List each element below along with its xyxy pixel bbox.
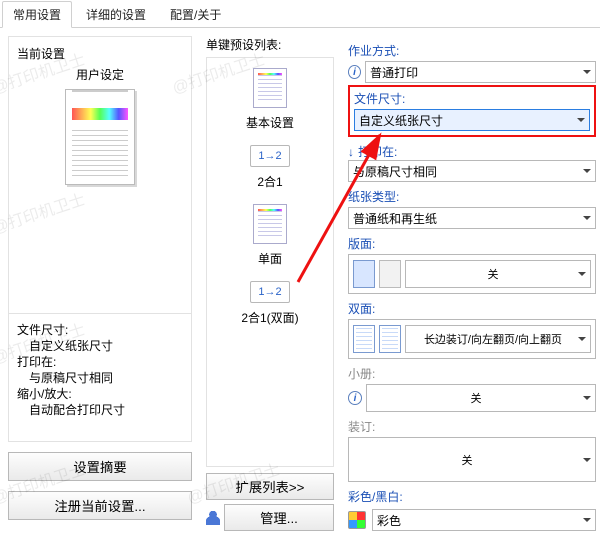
duplex-value: 长边装订/向左翻页/向上翻页 (424, 331, 562, 347)
booklet-select[interactable]: 关 (366, 384, 596, 412)
current-settings-info: 文件尺寸: 自定义纸张尺寸 打印在: 与原稿尺寸相同 缩小/放大: 自动配合打印… (8, 314, 192, 442)
job-type-select[interactable]: 普通打印 (365, 61, 596, 83)
layout-thumb-off-icon (379, 260, 401, 288)
preset-basic[interactable]: 基本设置 (211, 68, 329, 131)
preset-list-title: 单键预设列表: (206, 36, 334, 53)
current-settings-subtitle: 用户设定 (17, 66, 183, 83)
register-settings-button[interactable]: 注册当前设置... (8, 491, 192, 520)
color-value: 彩色 (377, 512, 401, 529)
info-docsize-label: 文件尺寸: (17, 322, 183, 338)
print-on-select[interactable]: 与原稿尺寸相同 (348, 160, 596, 182)
duplex-control[interactable]: 长边装订/向左翻页/向上翻页 (348, 319, 596, 359)
doc-icon (253, 68, 287, 108)
tabbar: 常用设置 详细的设置 配置/关于 (0, 0, 600, 28)
preset-2in1-label: 2合1 (257, 173, 282, 190)
info-zoom-value: 自动配合打印尺寸 (17, 402, 183, 418)
layout-select[interactable]: 关 (405, 260, 591, 288)
expand-list-button[interactable]: 扩展列表>> (206, 473, 334, 500)
layout-thumb-on-icon (353, 260, 375, 288)
job-type-label: 作业方式: (348, 42, 596, 59)
info-printon-label: 打印在: (17, 354, 183, 370)
duplex-icon (379, 325, 401, 353)
layout-label: 版面: (348, 235, 596, 252)
paper-type-value: 普通纸和再生纸 (353, 210, 437, 227)
doc-size-select[interactable]: 自定义纸张尺寸 (354, 109, 590, 131)
duplex-select[interactable]: 长边装订/向左翻页/向上翻页 (405, 325, 591, 353)
tab-common[interactable]: 常用设置 (2, 1, 72, 28)
color-label: 彩色/黑白: (348, 488, 596, 505)
booklet-label: 小册: (348, 365, 596, 382)
color-select[interactable]: 彩色 (372, 509, 596, 531)
booklet-value: 关 (471, 390, 482, 406)
settings-summary-button[interactable]: 设置摘要 (8, 452, 192, 481)
duplex-icon (353, 325, 375, 353)
layout-control[interactable]: 关 (348, 254, 596, 294)
info-icon[interactable]: i (348, 65, 361, 79)
tab-about[interactable]: 配置/关于 (160, 2, 231, 27)
preset-oneside[interactable]: 单面 (211, 204, 329, 267)
duplex-label: 双面: (348, 300, 596, 317)
staple-value: 关 (462, 452, 473, 468)
page-preview (65, 89, 135, 185)
paper-type-label: 纸张类型: (348, 188, 596, 205)
print-on-value: 与原稿尺寸相同 (353, 163, 437, 180)
tab-detail[interactable]: 详细的设置 (76, 2, 156, 27)
preset-2in1-duplex[interactable]: 1→2 2合1(双面) (211, 281, 329, 326)
preset-oneside-label: 单面 (258, 250, 282, 267)
doc-icon (253, 204, 287, 244)
paper-type-select[interactable]: 普通纸和再生纸 (348, 207, 596, 229)
manage-button[interactable]: 管理... (224, 504, 334, 531)
merge-icon: 1→2 (250, 281, 290, 303)
job-type-value: 普通打印 (370, 64, 418, 81)
layout-value: 关 (488, 266, 499, 282)
doc-size-highlight: 文件尺寸: 自定义纸张尺寸 (348, 85, 596, 137)
merge-icon: 1→2 (250, 145, 290, 167)
preset-list: 基本设置 1→2 2合1 单面 1→2 2合1(双面) (206, 57, 334, 467)
print-on-label: 打印在: (358, 143, 397, 160)
color-swatch-icon (348, 511, 366, 529)
doc-size-value: 自定义纸张尺寸 (359, 112, 443, 129)
info-zoom-label: 缩小/放大: (17, 386, 183, 402)
doc-size-label: 文件尺寸: (354, 90, 590, 107)
staple-select[interactable]: 关 (348, 437, 596, 482)
info-printon-value: 与原稿尺寸相同 (17, 370, 183, 386)
preset-basic-label: 基本设置 (246, 114, 294, 131)
staple-label: 装订: (348, 418, 596, 435)
preset-2in1[interactable]: 1→2 2合1 (211, 145, 329, 190)
preset-2in1-duplex-label: 2合1(双面) (241, 309, 298, 326)
current-settings-title: 当前设置 (17, 45, 183, 62)
info-icon[interactable]: i (348, 391, 362, 405)
current-settings-panel: 当前设置 用户设定 (8, 36, 192, 314)
info-docsize-value: 自定义纸张尺寸 (17, 338, 183, 354)
user-icon (206, 511, 220, 525)
